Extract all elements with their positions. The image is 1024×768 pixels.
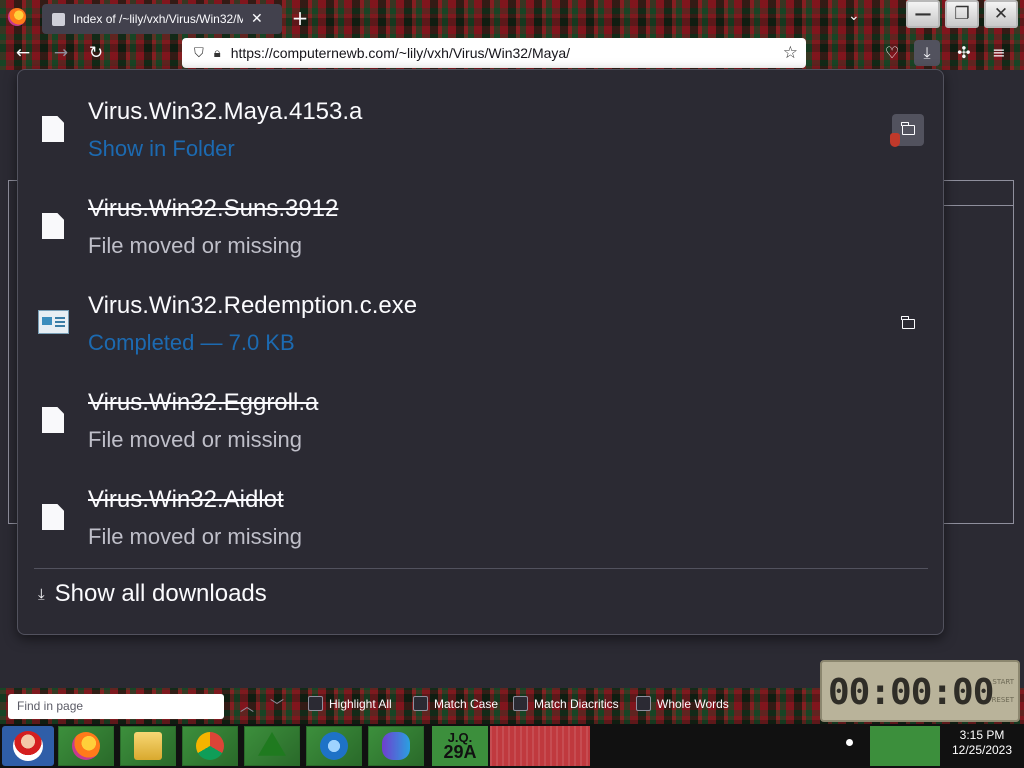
taskbar-christmas-tree[interactable] [244,726,300,766]
taskbar-app-infinity[interactable] [368,726,424,766]
tracking-protection-icon[interactable]: ⛉ [194,45,204,61]
downloads-icon[interactable]: ⤓ [914,40,940,66]
match-case-checkbox[interactable]: Match Case [413,696,498,711]
download-status: File moved or missing [88,524,302,549]
folder-icon [901,122,915,135]
taskbar-app-blue[interactable] [306,726,362,766]
clock-date: 12/25/2023 [951,743,1013,757]
app-menu-icon[interactable]: ≡ [986,40,1012,66]
pocket-icon[interactable]: ♡ [879,40,905,66]
file-icon [42,116,64,142]
whole-words-checkbox[interactable]: Whole Words [636,696,729,711]
find-input[interactable]: Find in page [8,694,224,719]
stopwatch-widget[interactable]: 00:00:00 START RESET [820,660,1020,722]
start-button[interactable] [2,726,54,766]
tab-bar: Index of /~lily/vxh/Virus/Win32/Maya/ ✕ … [0,0,1024,36]
download-filename: Virus.Win32.Aidlot [88,486,284,513]
download-item[interactable]: Virus.Win32.Maya.4153.a Show in Folder [18,70,943,166]
page-divider [940,205,1014,206]
url-text: https://computernewb.com/~lily/vxh/Virus… [230,45,571,61]
extensions-icon[interactable]: ✣ [951,40,977,66]
mouse-cursor-icon [890,133,900,147]
download-filename: Virus.Win32.Maya.4153.a [88,98,363,125]
jq-bottom-label: 29A [443,742,477,762]
clock-time: 3:15 PM [959,728,1005,742]
firefox-menu-icon[interactable] [8,8,26,26]
download-status: Completed — 7.0 KB [88,330,295,355]
file-icon [42,213,64,239]
notification-dot-icon [846,739,853,746]
checkbox-icon[interactable] [636,696,651,711]
panel-separator [34,568,928,569]
url-bar[interactable]: ⛉ 🔒︎ https://computernewb.com/~lily/vxh/… [182,38,806,68]
download-filename: Virus.Win32.Redemption.c.exe [88,292,418,319]
tab-close-icon[interactable]: ✕ [251,11,263,27]
taskbar-jq-29a[interactable]: J.Q. 29A [432,726,488,766]
restore-button[interactable]: ❐ [945,0,979,28]
bookmark-star-icon[interactable]: ☆ [783,43,798,63]
folder-icon [901,316,915,329]
stopwatch-start-button[interactable]: START [992,678,1014,686]
download-status[interactable]: Show in Folder [88,136,235,162]
option-label: Match Diacritics [534,696,619,711]
show-all-label: Show all downloads [54,580,267,607]
stopwatch-reset-button[interactable]: RESET [992,696,1014,704]
santa-icon [13,731,43,761]
new-tab-button[interactable]: + [290,6,310,30]
file-icon [42,407,64,433]
download-item[interactable]: Virus.Win32.Redemption.c.exe Completed —… [18,264,943,360]
forward-icon[interactable]: → [50,42,72,64]
lock-icon[interactable]: 🔒︎ [214,45,221,61]
downloads-panel: Virus.Win32.Maya.4153.a Show in Folder V… [17,69,944,635]
christmas-tree-icon [258,732,286,756]
taskbar: J.Q. 29A 3:15 PM 12/25/2023 [0,724,1024,768]
tab-title: Index of /~lily/vxh/Virus/Win32/Maya/ [73,12,243,26]
match-diacritics-checkbox[interactable]: Match Diacritics [513,696,619,711]
firefox-icon [72,732,100,760]
infinity-icon [382,732,410,760]
taskbar-clock[interactable]: 3:15 PM 12/25/2023 [942,728,1022,758]
highlight-all-checkbox[interactable]: Highlight All [308,696,392,711]
stopwatch-display: 00:00:00 [828,672,994,713]
checkbox-icon[interactable] [413,696,428,711]
download-filename: Virus.Win32.Eggroll.a [88,389,319,416]
taskbar-window-button[interactable] [490,726,590,766]
option-label: Highlight All [329,696,392,711]
download-item[interactable]: Virus.Win32.Suns.3912 File moved or miss… [18,167,943,263]
blue-app-icon [320,732,348,760]
taskbar-chrome[interactable] [182,726,238,766]
file-icon [42,504,64,530]
chrome-icon [196,732,224,760]
download-item[interactable]: Virus.Win32.Aidlot File moved or missing [18,458,943,554]
list-all-tabs-icon[interactable]: ⌄ [848,8,860,24]
back-icon[interactable]: ← [12,42,34,64]
checkbox-icon[interactable] [513,696,528,711]
download-status: File moved or missing [88,233,302,258]
close-window-button[interactable]: ✕ [984,0,1018,28]
taskbar-firefox[interactable] [58,726,114,766]
tab-active[interactable]: Index of /~lily/vxh/Virus/Win32/Maya/ ✕ [42,4,282,34]
download-item[interactable]: Virus.Win32.Eggroll.a File moved or miss… [18,361,943,457]
taskbar-explorer[interactable] [120,726,176,766]
show-in-folder-button[interactable] [892,308,924,340]
folder-icon [134,732,162,760]
download-filename: Virus.Win32.Suns.3912 [88,195,339,222]
reload-icon[interactable]: ↻ [85,42,107,64]
download-status: File moved or missing [88,427,302,452]
system-tray[interactable] [870,726,940,766]
option-label: Match Case [434,696,499,711]
show-all-downloads-button[interactable]: ⤓ Show all downloads [38,580,267,608]
page-favicon-icon [52,12,65,26]
find-previous-icon[interactable]: ︿ [240,696,254,716]
exe-file-icon [38,310,69,334]
minimize-button[interactable]: — [906,0,940,28]
checkbox-icon[interactable] [308,696,323,711]
download-arrow-icon: ⤓ [38,585,45,603]
option-label: Whole Words [657,696,729,711]
find-next-icon[interactable]: ﹀ [270,696,284,716]
